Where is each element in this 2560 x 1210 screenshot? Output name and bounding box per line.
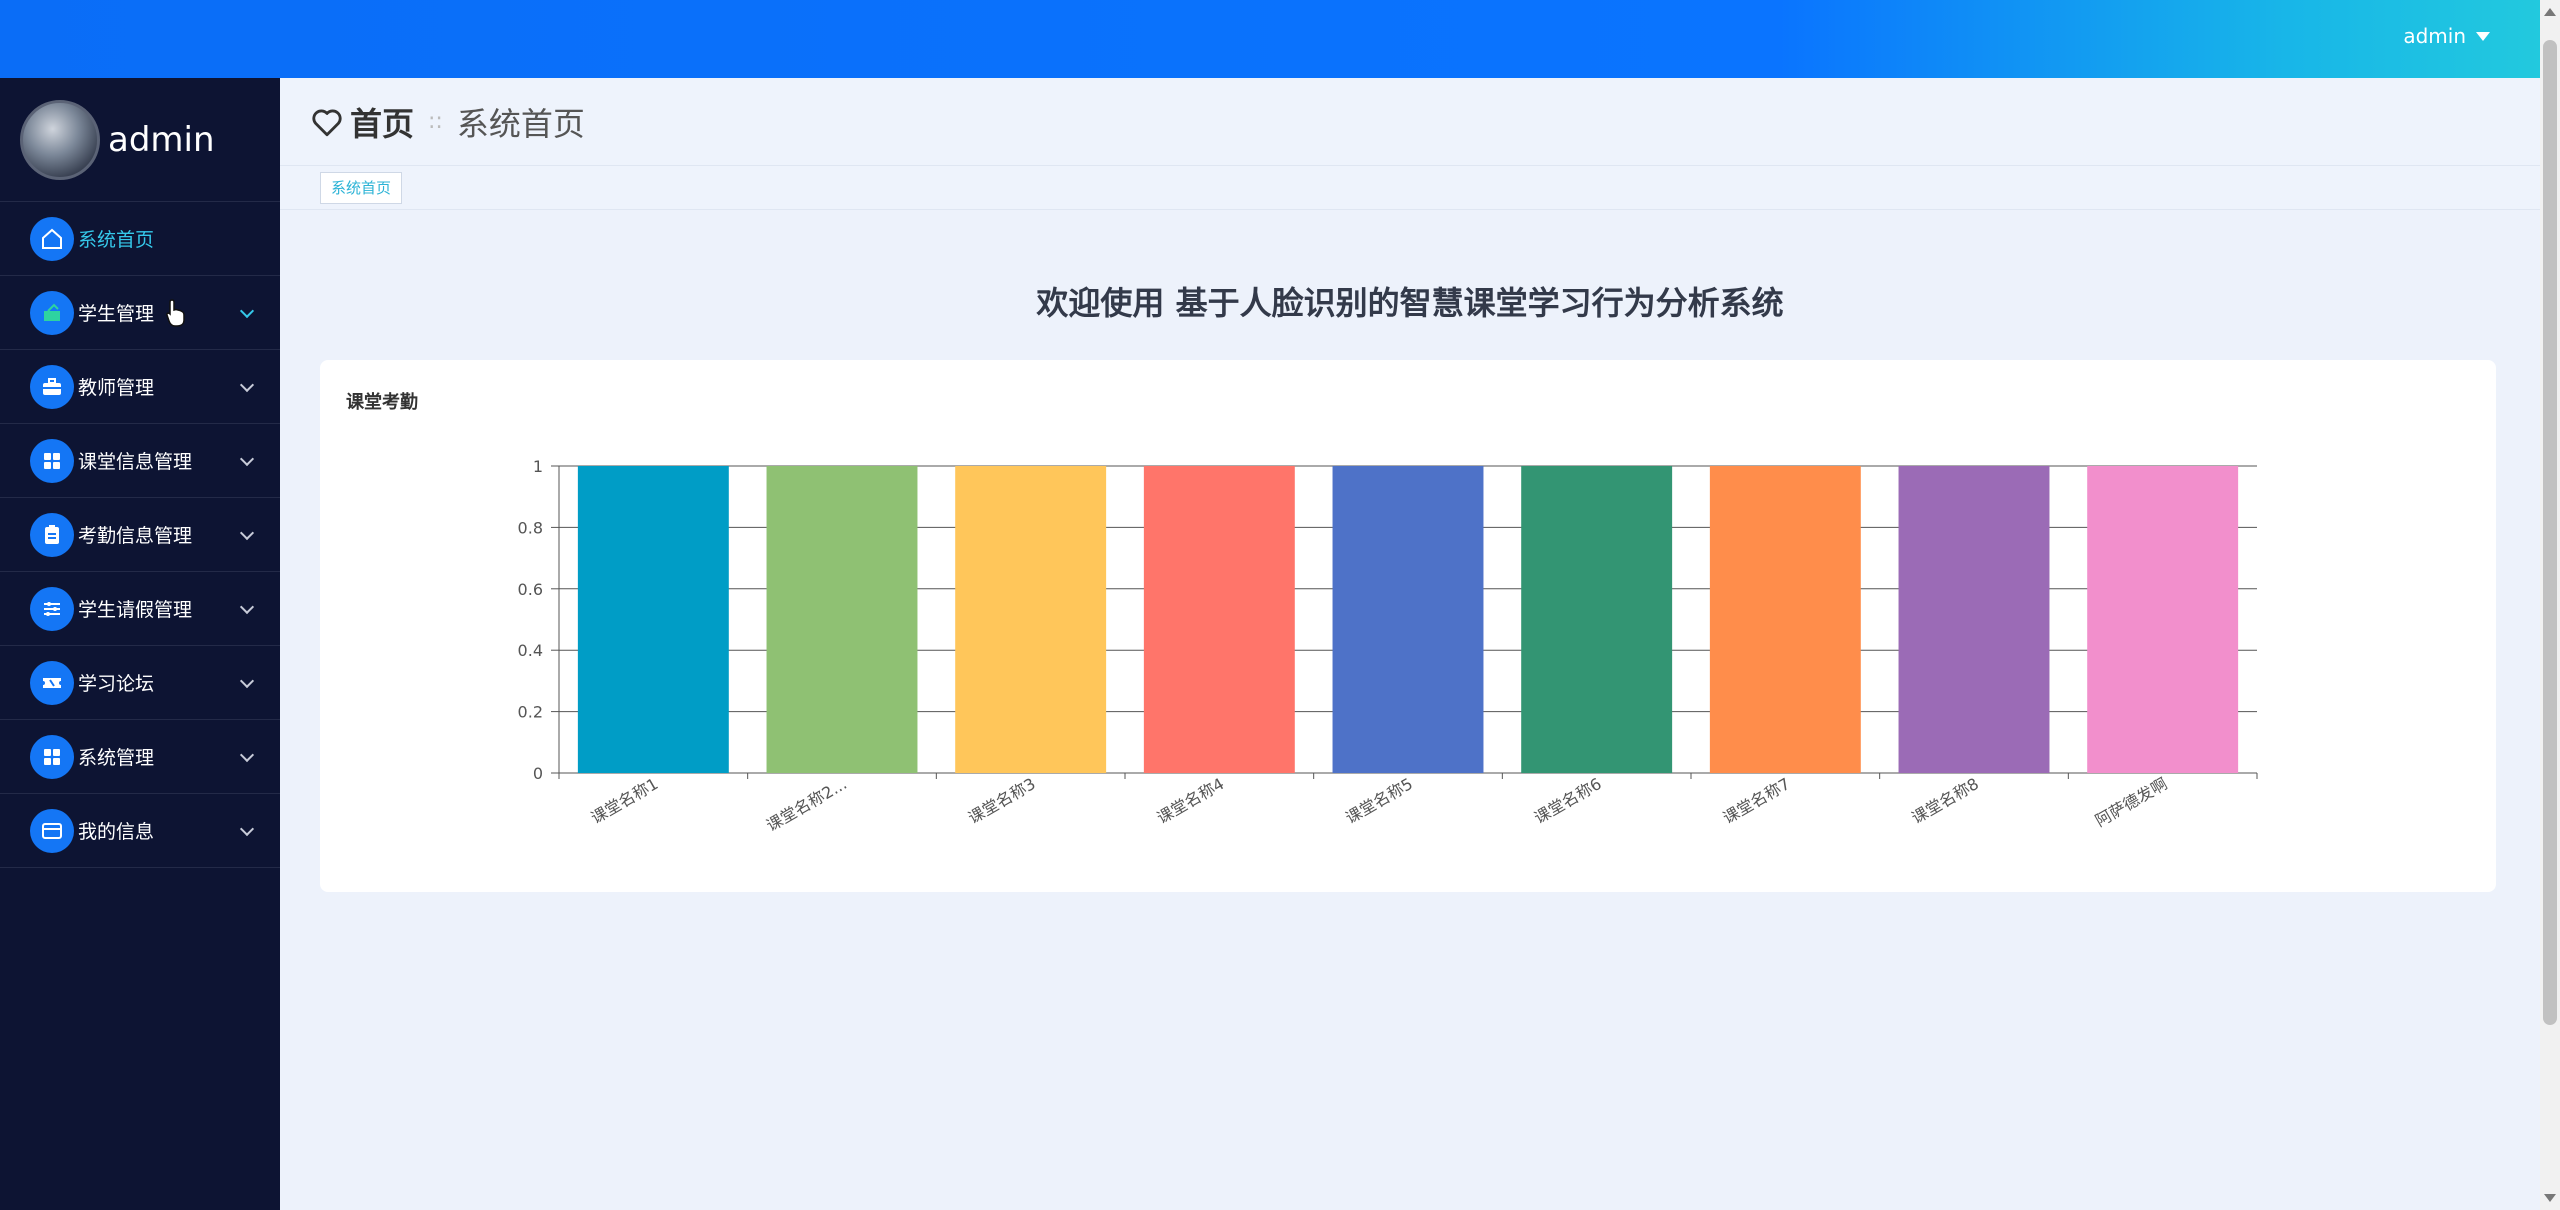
briefcase-icon [30, 364, 74, 409]
caret-down-icon [2476, 31, 2490, 41]
y-tick-label: 0 [533, 764, 543, 783]
user-menu[interactable]: admin [2403, 24, 2490, 48]
scroll-down-arrow-icon[interactable] [2544, 1194, 2556, 1202]
bar [1898, 466, 2050, 773]
x-tick-label: 课堂名称4 [1154, 774, 1228, 828]
sidebar-item-my-info[interactable]: 我的信息 [0, 794, 280, 868]
hand-cursor-icon [166, 299, 185, 327]
sidebar-item-class-info[interactable]: 课堂信息管理 [0, 424, 280, 498]
sidebar-item-label: 系统首页 [78, 229, 155, 251]
bar [1709, 466, 1861, 773]
breadcrumb-separator: :: [428, 109, 443, 134]
sidebar-item-label: 教师管理 [78, 377, 155, 399]
grid-icon [30, 438, 74, 483]
sidebar-item-teachers[interactable]: 教师管理 [0, 350, 280, 424]
chevron-down-icon [239, 377, 255, 393]
bar [2087, 466, 2239, 773]
scrollbar[interactable] [2540, 0, 2560, 1210]
sidebar-item-system[interactable]: 系统管理 [0, 720, 280, 794]
sidebar-item-attendance[interactable]: 考勤信息管理 [0, 498, 280, 572]
ticket-icon [30, 660, 74, 705]
x-tick-label: 课堂名称8 [1908, 774, 1982, 828]
sidebar-item-leave[interactable]: 学生请假管理 [0, 572, 280, 646]
y-tick-label: 0.6 [518, 580, 543, 599]
sidebar-item-label: 考勤信息管理 [78, 525, 193, 547]
chevron-down-icon [239, 451, 255, 467]
bar [1521, 466, 1673, 773]
chevron-down-icon [239, 525, 255, 541]
student-icon [30, 290, 74, 335]
bar [955, 466, 1107, 773]
sidebar: admin 系统首页 学生管理 教师管理 课堂信息管理 考勤信息管理 学生请假管… [0, 78, 280, 1210]
bar [1143, 466, 1295, 773]
sidebar-item-label: 我的信息 [78, 821, 155, 843]
x-tick-label: 阿萨德发啊 [2092, 774, 2171, 830]
grid-icon [30, 734, 74, 779]
sidebar-item-label: 课堂信息管理 [78, 451, 193, 473]
x-tick-label: 课堂名称5 [1342, 774, 1416, 828]
chevron-down-icon [239, 303, 255, 319]
y-tick-label: 1 [533, 457, 543, 476]
x-tick-label: 课堂名称7 [1720, 774, 1794, 828]
heart-icon [312, 109, 342, 136]
profile: admin [0, 78, 280, 202]
y-tick-label: 0.2 [518, 703, 543, 722]
sidebar-item-label: 学习论坛 [78, 673, 155, 695]
card-icon [30, 808, 74, 853]
attendance-bar-chart: 0 0.2 0.4 0.6 0.8 1 课堂名称1 课堂名称2... 课堂名称3 课堂名称4 课堂名… [518, 457, 2258, 835]
y-tick-label: 0.8 [518, 518, 543, 537]
y-tick-label: 0.4 [518, 641, 543, 660]
x-tick-label: 课堂名称1 [588, 774, 662, 828]
welcome-title: 欢迎使用 基于人脸识别的智慧课堂学习行为分析系统 [1036, 284, 1784, 322]
scroll-thumb[interactable] [2543, 40, 2557, 1025]
chevron-down-icon [239, 599, 255, 615]
attendance-card: 课堂考勤 0 0.2 0.4 0.6 0.8 1 课堂名称1 课堂名称2... 课堂名称3 课堂名… [320, 360, 2496, 892]
avatar [20, 99, 100, 180]
top-header: admin [0, 0, 2540, 78]
sidebar-item-label: 学生管理 [78, 303, 155, 325]
page-header: 首页 :: 系统首页 [280, 78, 2540, 166]
tabs-bar: 系统首页 [280, 166, 2540, 210]
scroll-up-arrow-icon[interactable] [2544, 8, 2556, 16]
sidebar-item-forum[interactable]: 学习论坛 [0, 646, 280, 720]
clipboard-icon [30, 512, 74, 557]
x-tick-label: 课堂名称3 [965, 774, 1039, 828]
sidebar-item-home[interactable]: 系统首页 [0, 202, 280, 276]
x-tick-label: 课堂名称6 [1531, 774, 1605, 828]
bar [1332, 466, 1484, 773]
bar [766, 466, 918, 773]
home-icon [30, 216, 74, 261]
tab-home[interactable]: 系统首页 [320, 172, 403, 204]
chevron-down-icon [239, 673, 255, 689]
bar [577, 466, 729, 773]
breadcrumb-current: 系统首页 [456, 104, 585, 143]
sidebar-item-label: 系统管理 [78, 747, 155, 769]
sidebar-item-label: 学生请假管理 [78, 599, 193, 621]
sidebar-item-students[interactable]: 学生管理 [0, 276, 280, 350]
breadcrumb-home[interactable]: 首页 [350, 99, 414, 145]
chevron-down-icon [239, 821, 255, 837]
chevron-down-icon [239, 747, 255, 763]
user-name: admin [2403, 24, 2466, 48]
sliders-icon [30, 586, 74, 631]
profile-name: admin [108, 119, 215, 160]
x-tick-label: 课堂名称2... [763, 774, 850, 835]
